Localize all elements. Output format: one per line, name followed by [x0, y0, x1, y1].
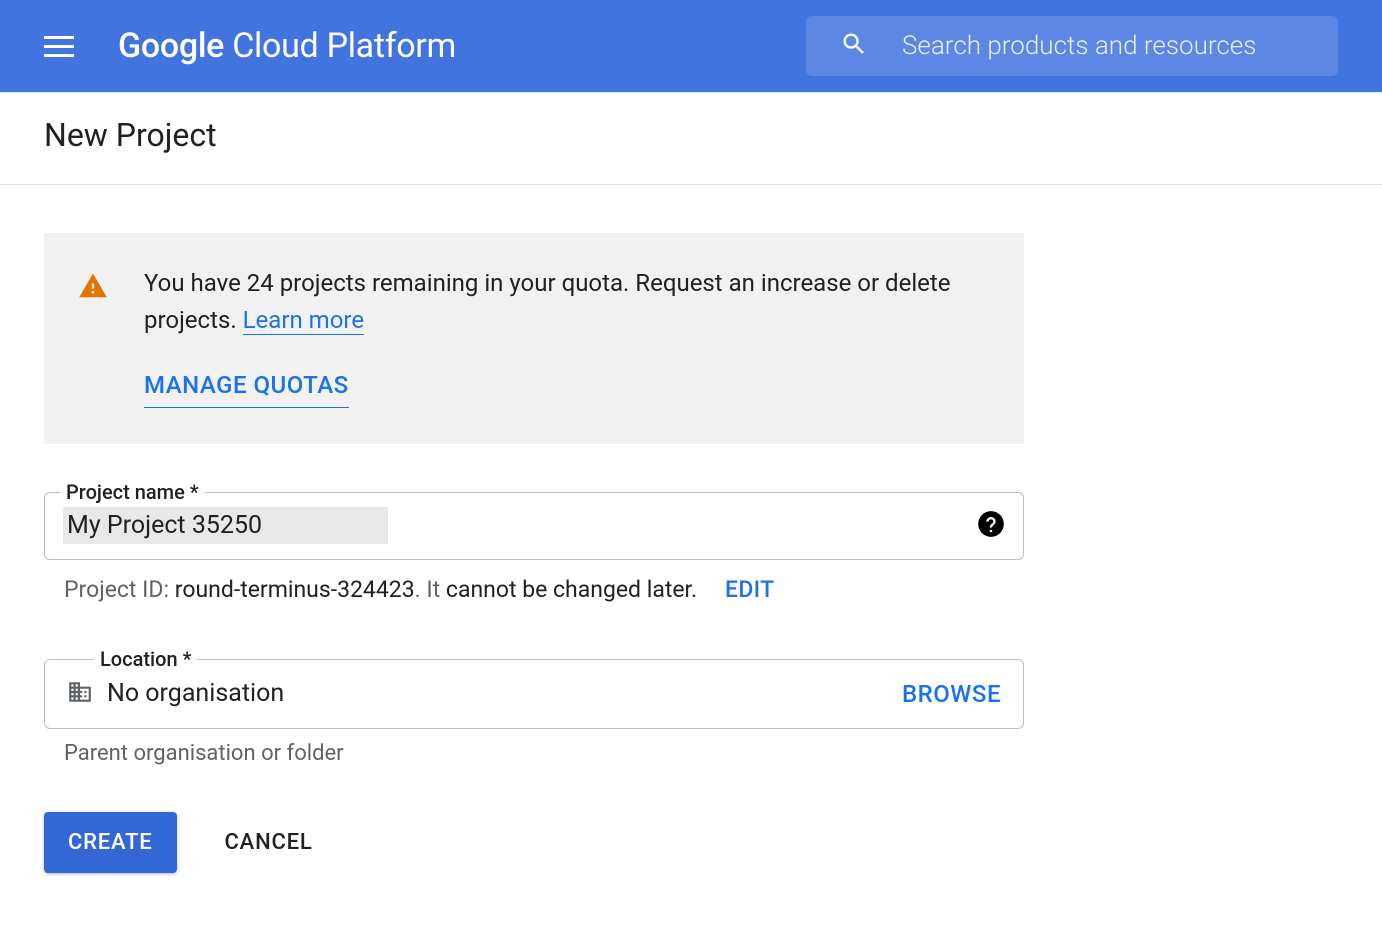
location-helper-text: Parent organisation or folder [44, 741, 1338, 766]
edit-project-id-link[interactable]: EDIT [725, 576, 774, 603]
cancel-button[interactable]: CANCEL [225, 830, 313, 855]
browse-location-link[interactable]: BROWSE [902, 680, 1001, 708]
search-icon [840, 30, 868, 62]
location-label: Location * [94, 647, 197, 671]
search-box[interactable] [806, 16, 1338, 76]
project-id-text: Project ID: round-terminus-324423. It ca… [64, 576, 697, 603]
notice-body: You have 24 projects remaining in your q… [144, 265, 984, 408]
create-button[interactable]: CREATE [44, 812, 177, 873]
location-value: No organisation [107, 679, 902, 708]
menu-icon[interactable] [44, 36, 74, 57]
project-name-input[interactable] [63, 507, 388, 544]
location-field: Location * No organisation BROWSE [44, 659, 1024, 729]
learn-more-link[interactable]: Learn more [243, 306, 364, 335]
logo-main: Cloud Platform [224, 26, 456, 66]
logo-prefix: Google [118, 26, 224, 66]
content-area: You have 24 projects remaining in your q… [0, 185, 1382, 921]
page-title: New Project [44, 116, 1338, 154]
warning-icon [78, 271, 108, 408]
platform-logo[interactable]: Google Cloud Platform [118, 26, 456, 66]
action-row: CREATE CANCEL [44, 812, 1338, 873]
title-block: New Project [0, 92, 1382, 185]
organisation-icon [67, 679, 93, 709]
project-id-row: Project ID: round-terminus-324423. It ca… [44, 576, 1338, 603]
search-input[interactable] [902, 31, 1310, 61]
manage-quotas-link[interactable]: MANAGE QUOTAS [144, 367, 349, 407]
project-name-group: Project name * Project ID: round-terminu… [44, 492, 1338, 603]
project-name-field: Project name * [44, 492, 1024, 560]
quota-notice: You have 24 projects remaining in your q… [44, 233, 1024, 444]
help-icon[interactable] [977, 510, 1005, 542]
header-bar: Google Cloud Platform [0, 0, 1382, 92]
project-name-label: Project name * [60, 480, 205, 504]
location-group: Location * No organisation BROWSE Parent… [44, 659, 1338, 766]
